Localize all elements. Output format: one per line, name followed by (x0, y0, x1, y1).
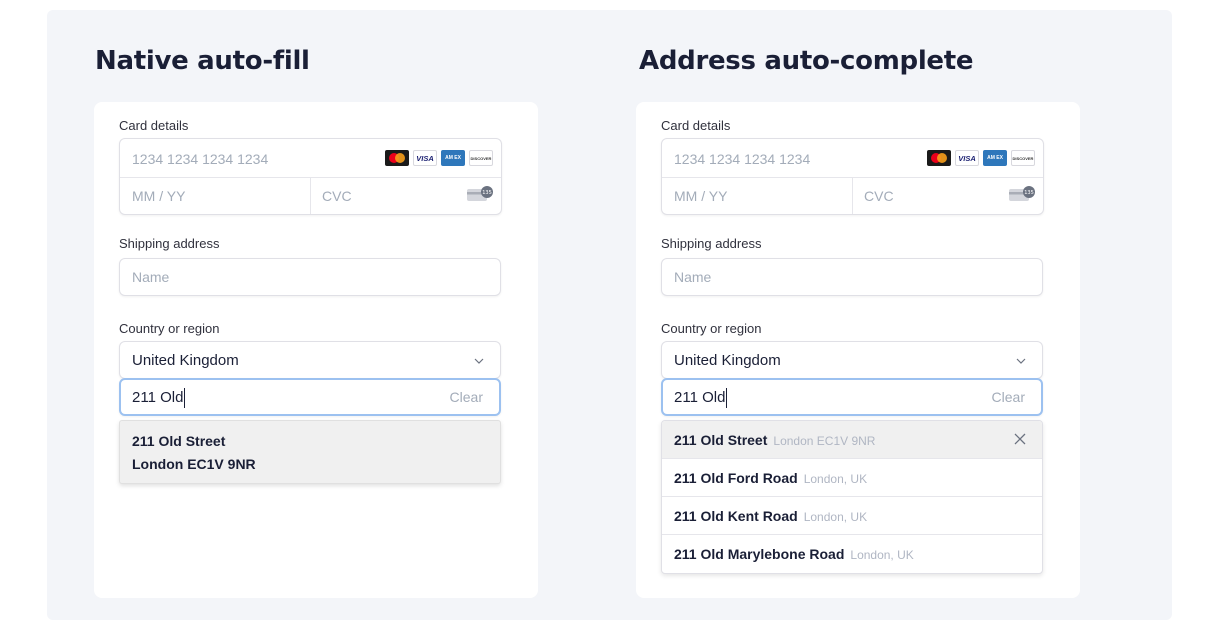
chevron-down-icon (1016, 358, 1026, 364)
address-input[interactable]: 211 Old Clear (661, 378, 1043, 416)
cvc-card-icon: 135 (467, 186, 493, 201)
address-input-text: 211 Old (674, 388, 728, 408)
address-value: 211 Old (132, 388, 184, 406)
divider (852, 177, 853, 214)
clear-button[interactable]: Clear (450, 389, 483, 405)
option-text: 211 Old Kent Road London, UK (674, 508, 867, 524)
cvc-input[interactable]: CVC (322, 188, 352, 204)
text-caret (726, 388, 728, 408)
country-select[interactable]: United Kingdom (661, 341, 1043, 379)
option-sub: London EC1V 9NR (773, 434, 876, 448)
option-main: 211 Old Ford Road (674, 470, 798, 486)
cvc-icon-number: 135 (1024, 190, 1034, 196)
amex-icon: AM EX (983, 150, 1007, 166)
country-label: Country or region (661, 321, 762, 336)
close-icon[interactable] (1014, 433, 1026, 445)
divider (310, 177, 311, 214)
card-details-label: Card details (661, 118, 731, 133)
card-input-group: 1234 1234 1234 1234 VISA AM EX DISCOVER … (661, 138, 1044, 215)
country-select[interactable]: United Kingdom (119, 341, 501, 379)
card-brands: VISA AM EX DISCOVER (927, 150, 1035, 166)
country-label: Country or region (119, 321, 220, 336)
shipping-address-label: Shipping address (661, 236, 762, 251)
card-details-label: Card details (119, 118, 189, 133)
option-text: 211 Old Street London EC1V 9NR (674, 432, 875, 448)
autocomplete-dropdown: 211 Old Street London EC1V 9NR 211 Old Fo… (661, 420, 1043, 574)
name-placeholder: Name (132, 269, 170, 285)
option-main: 211 Old Kent Road (674, 508, 798, 524)
card-number-input[interactable]: 1234 1234 1234 1234 (674, 151, 810, 167)
country-value: United Kingdom (132, 352, 239, 369)
option-main: 211 Old Marylebone Road (674, 546, 845, 562)
cvc-card-icon: 135 (1009, 186, 1035, 201)
country-value: United Kingdom (674, 352, 781, 369)
shipping-address-label: Shipping address (119, 236, 220, 251)
expiry-input[interactable]: MM / YY (132, 188, 185, 204)
autocomplete-option[interactable]: 211 Old Ford Road London, UK (662, 459, 1042, 497)
option-sub: London, UK (803, 510, 868, 524)
expiry-input[interactable]: MM / YY (674, 188, 727, 204)
autocomplete-option[interactable]: 211 Old Street London EC1V 9NR (662, 421, 1042, 459)
cvc-input[interactable]: CVC (864, 188, 894, 204)
name-placeholder: Name (674, 269, 712, 285)
visa-icon: VISA (413, 150, 437, 166)
suggestion-line-2: London EC1V 9NR (132, 456, 256, 472)
discover-icon: DISCOVER (1011, 150, 1035, 166)
address-value: 211 Old (674, 388, 726, 406)
checkout-form-native: Card details 1234 1234 1234 1234 VISA AM… (94, 102, 538, 598)
visa-icon: VISA (955, 150, 979, 166)
clear-button[interactable]: Clear (992, 389, 1025, 405)
card-number-input[interactable]: 1234 1234 1234 1234 (132, 151, 268, 167)
cvc-icon-number: 135 (482, 190, 492, 196)
panel-title-address-autocomplete: Address auto-complete (639, 46, 974, 76)
option-text: 211 Old Ford Road London, UK (674, 470, 867, 486)
name-field[interactable]: Name (119, 258, 501, 296)
autocomplete-option[interactable]: 211 Old Marylebone Road London, UK (662, 535, 1042, 573)
checkout-form-autocomplete: Card details 1234 1234 1234 1234 VISA AM… (636, 102, 1080, 598)
autocomplete-option[interactable]: 211 Old Kent Road London, UK (662, 497, 1042, 535)
text-caret (184, 388, 186, 408)
name-field[interactable]: Name (661, 258, 1043, 296)
option-sub: London, UK (803, 472, 868, 486)
address-input[interactable]: 211 Old Clear (119, 378, 501, 416)
panel-title-native-autofill: Native auto-fill (95, 46, 310, 76)
amex-icon: AM EX (441, 150, 465, 166)
card-brands: VISA AM EX DISCOVER (385, 150, 493, 166)
option-text: 211 Old Marylebone Road London, UK (674, 546, 914, 562)
comparison-stage: Native auto-fill Card details 1234 1234 … (47, 10, 1172, 620)
suggestion-line-1: 211 Old Street (132, 433, 226, 449)
discover-icon: DISCOVER (469, 150, 493, 166)
card-input-group: 1234 1234 1234 1234 VISA AM EX DISCOVER … (119, 138, 502, 215)
option-sub: London, UK (850, 548, 914, 562)
mastercard-icon (927, 150, 951, 166)
mastercard-icon (385, 150, 409, 166)
native-autofill-suggestion[interactable]: 211 Old Street London EC1V 9NR (119, 420, 501, 484)
option-main: 211 Old Street (674, 432, 768, 448)
address-input-text: 211 Old (132, 388, 186, 408)
chevron-down-icon (474, 358, 484, 364)
